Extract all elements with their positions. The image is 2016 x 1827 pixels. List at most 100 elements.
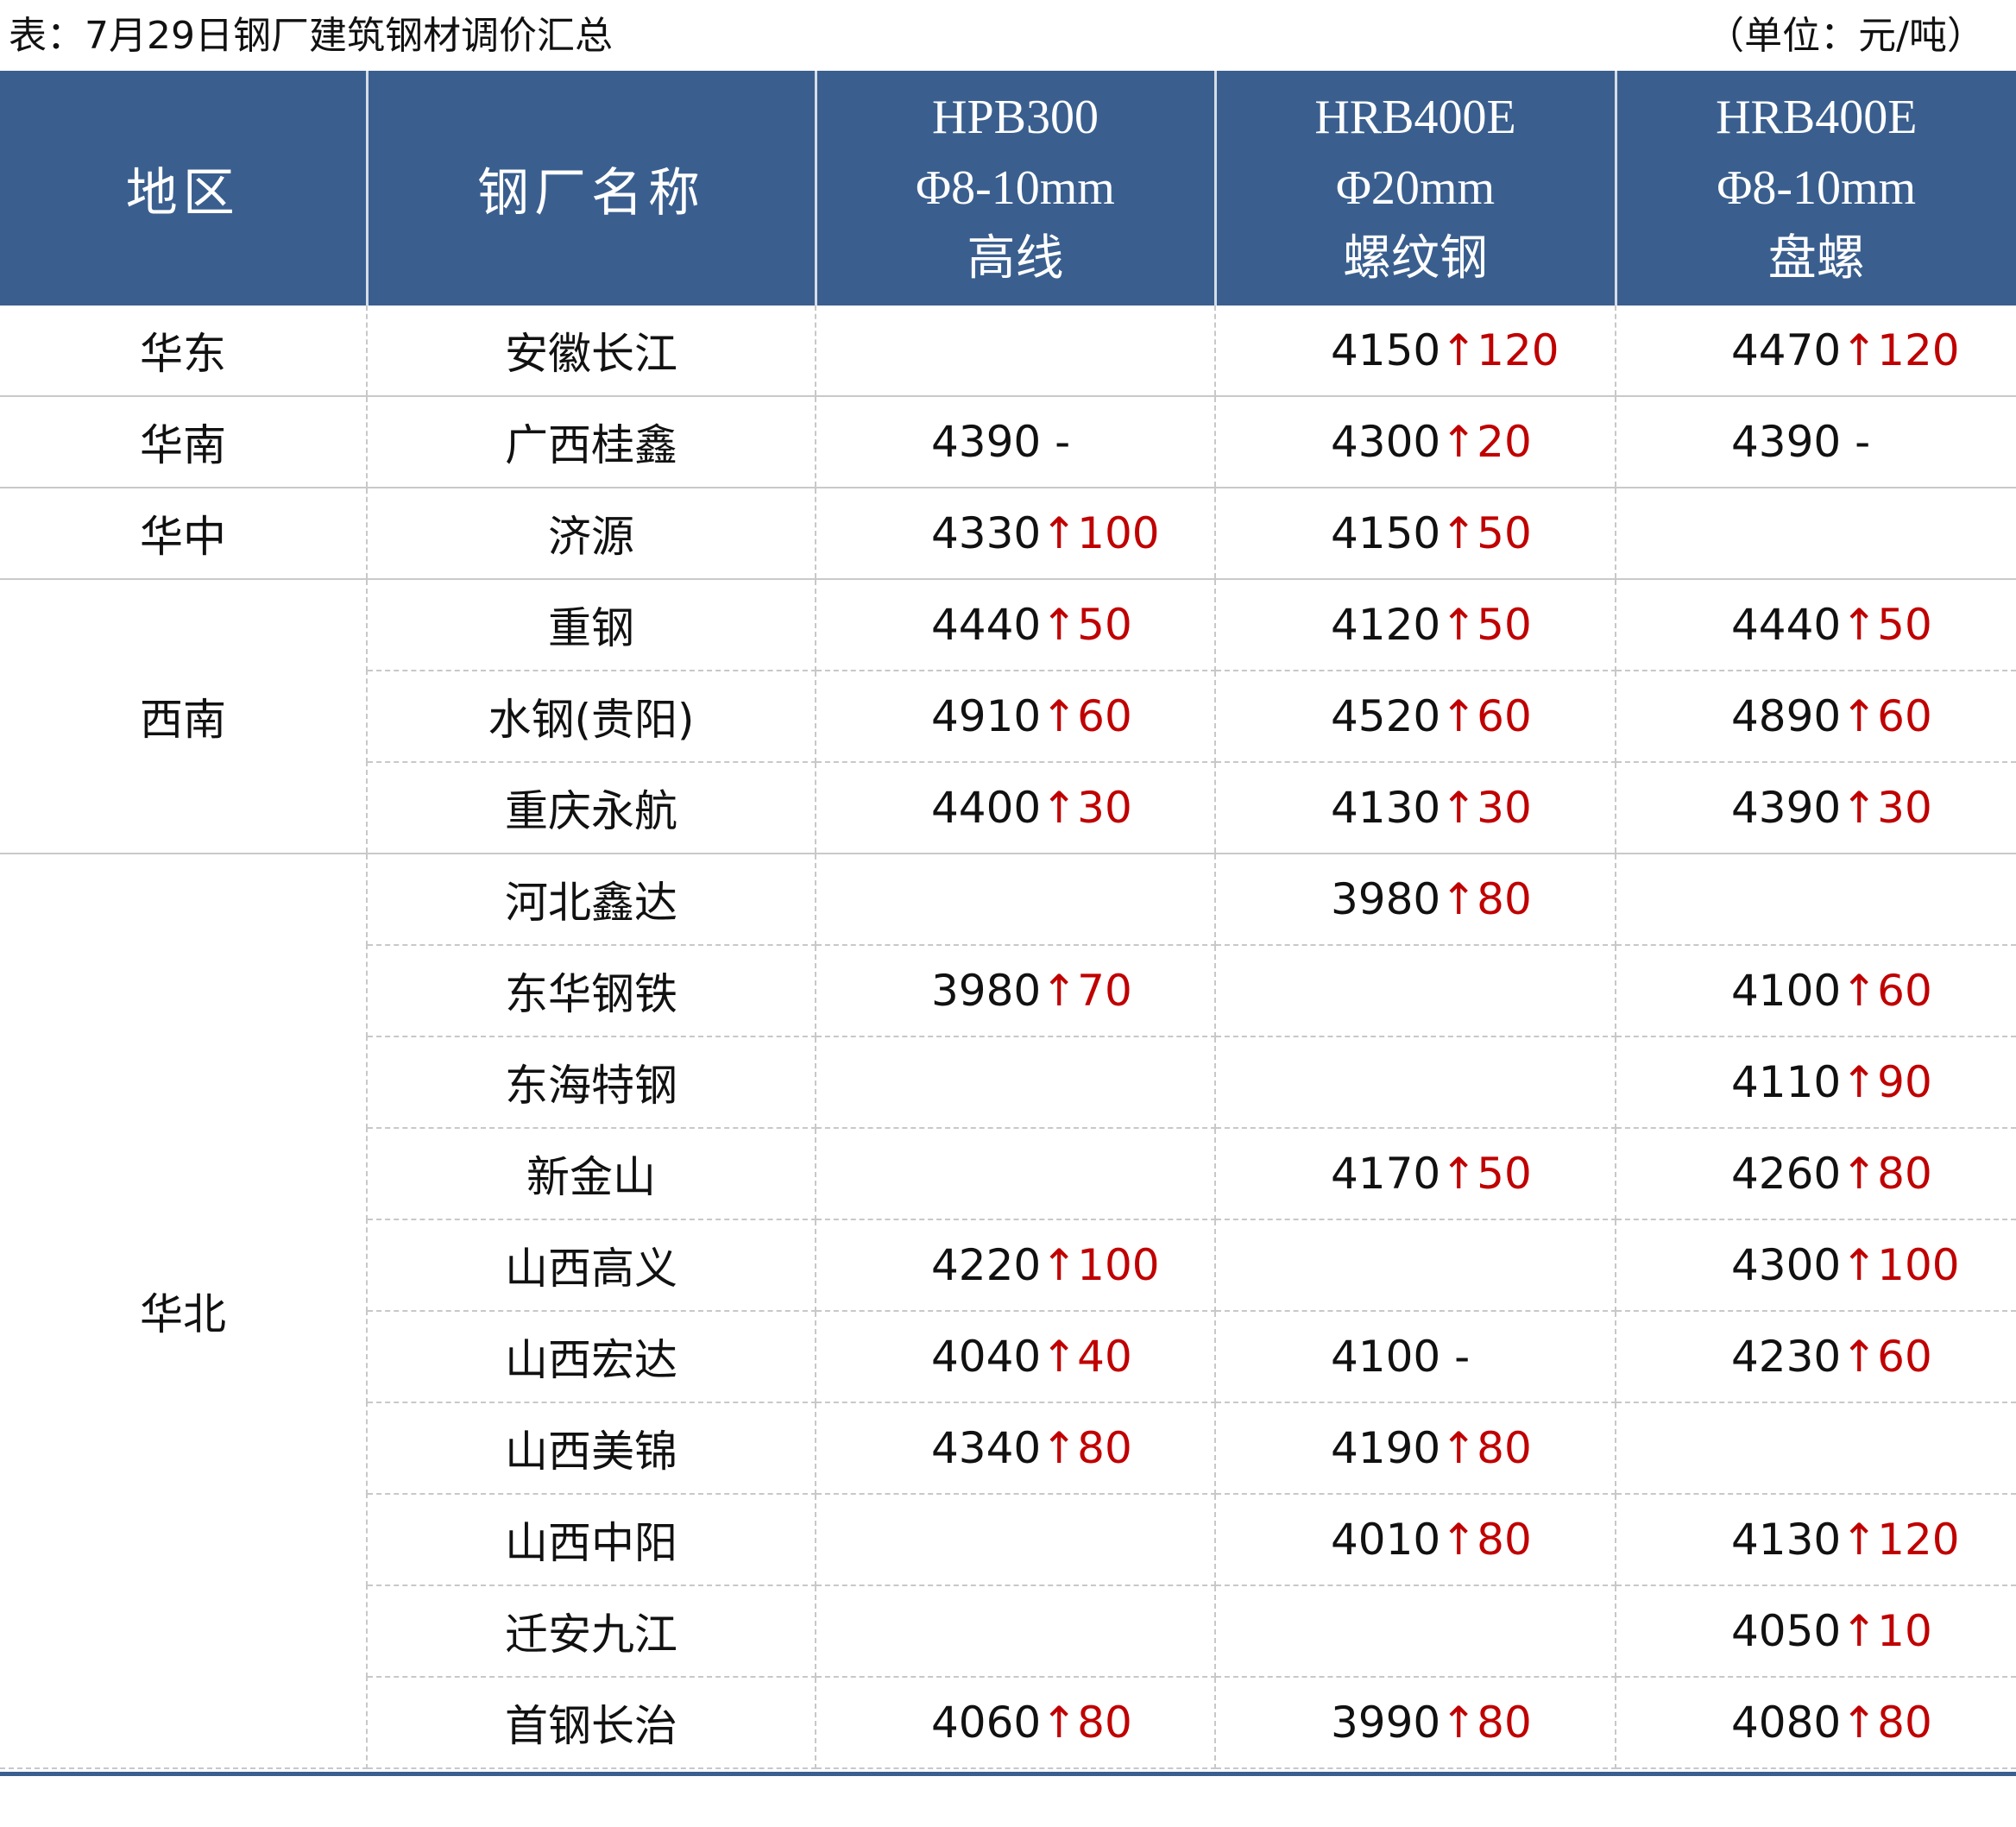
price-cell-p1 (816, 853, 1216, 946)
price-value: 4100 (1331, 1332, 1441, 1382)
price-cell-p3: 4050↑10 (1616, 1585, 2016, 1678)
price-change: 120 (1877, 1515, 1960, 1565)
up-arrow-icon: ↑ (1440, 508, 1477, 558)
up-arrow-icon: ↑ (1041, 1698, 1078, 1748)
mill-name-cell: 山西美锦 (367, 1402, 816, 1495)
price-cell-p2: 4190↑80 (1215, 1402, 1616, 1495)
mill-name-cell: 山西高义 (367, 1219, 816, 1312)
price-value: 4040 (931, 1332, 1042, 1382)
price-change: 60 (1077, 691, 1132, 741)
price-value: 4390 (931, 417, 1042, 467)
price-value: 4150 (1331, 325, 1441, 375)
no-change-mark: - (1855, 417, 1871, 467)
up-arrow-icon: ↑ (1841, 1149, 1878, 1199)
price-cell-p3: 4130↑120 (1616, 1494, 2016, 1586)
up-arrow-icon: ↑ (1440, 1149, 1477, 1199)
price-value: 4060 (931, 1698, 1042, 1748)
price-value: 4440 (1731, 600, 1842, 650)
table-header: 地区 钢厂名称 HPB300 Φ8-10mm 高线 HRB400E Φ20mm … (0, 71, 2016, 306)
price-cell-p1: 4390 - (816, 395, 1216, 488)
mill-name-cell: 广西桂鑫 (367, 395, 816, 488)
price-adjustment-table: 地区 钢厂名称 HPB300 Φ8-10mm 高线 HRB400E Φ20mm … (0, 71, 2016, 1769)
price-change: 50 (1477, 508, 1532, 558)
price-change: 30 (1077, 783, 1132, 833)
price-change: 80 (1877, 1149, 1932, 1199)
price-value: 4390 (1731, 783, 1842, 833)
price-change: 80 (1477, 1698, 1532, 1748)
price-cell-p1: 4910↑60 (816, 671, 1216, 763)
price-change: 70 (1077, 966, 1132, 1016)
price-change: 100 (1877, 1240, 1960, 1290)
price-value: 4300 (1331, 417, 1441, 467)
price-cell-p3 (1616, 487, 2016, 580)
price-value: 4170 (1331, 1149, 1441, 1199)
header-spec: Φ20mm (1335, 161, 1496, 215)
table-row: 华北 河北鑫达 3980↑80 (0, 853, 2016, 1769)
price-cell-p3: 4890↑60 (1616, 671, 2016, 763)
up-arrow-icon: ↑ (1841, 966, 1878, 1016)
price-cell-p3: 4390↑30 (1616, 762, 2016, 854)
price-cell-p2: 4300↑20 (1215, 395, 1616, 488)
price-cell-p3: 4100↑60 (1616, 945, 2016, 1037)
price-cell-p2: 4150↑50 (1215, 487, 1616, 580)
price-cell-p3: 4230↑60 (1616, 1311, 2016, 1403)
price-value: 4120 (1331, 600, 1441, 650)
mill-name-cell: 新金山 (367, 1128, 816, 1220)
up-arrow-icon: ↑ (1841, 783, 1878, 833)
up-arrow-icon: ↑ (1041, 508, 1078, 558)
header-product: 高线 (967, 230, 1064, 287)
price-cell-p3: 4300↑100 (1616, 1219, 2016, 1312)
price-cell-p2 (1215, 1036, 1616, 1129)
up-arrow-icon: ↑ (1440, 1698, 1477, 1748)
price-change: 10 (1877, 1606, 1932, 1656)
mill-name-cell: 水钢(贵阳) (367, 671, 816, 763)
price-change: 30 (1477, 783, 1532, 833)
price-cell-p2: 4150↑120 (1215, 306, 1616, 397)
price-value: 4340 (931, 1423, 1042, 1473)
price-cell-p1 (816, 1585, 1216, 1678)
title-bar: 表：7月29日钢厂建筑钢材调价汇总 （单位：元/吨） (0, 0, 2016, 71)
price-cell-p1 (816, 1036, 1216, 1129)
price-value: 3980 (1331, 874, 1441, 924)
price-value: 4470 (1731, 325, 1842, 375)
price-change: 80 (1077, 1698, 1132, 1748)
mill-name-cell: 安徽长江 (367, 306, 816, 397)
mill-name-cell: 重庆永航 (367, 762, 816, 854)
up-arrow-icon: ↑ (1041, 1332, 1078, 1382)
region-cell: 华中 (0, 487, 368, 580)
header-grade: HRB400E (1314, 91, 1516, 144)
price-value: 3980 (931, 966, 1042, 1016)
price-cell-p2: 4520↑60 (1215, 671, 1616, 763)
up-arrow-icon: ↑ (1440, 417, 1477, 467)
up-arrow-icon: ↑ (1841, 1698, 1878, 1748)
region-cell: 华北 (0, 853, 368, 1769)
mill-name-cell: 重钢 (367, 578, 816, 671)
price-change: 80 (1877, 1698, 1932, 1748)
table-row: 华中 济源 4330↑100 4150↑50 (0, 487, 2016, 580)
price-value: 4050 (1731, 1606, 1842, 1656)
price-cell-p3: 4260↑80 (1616, 1128, 2016, 1220)
price-cell-p2: 4120↑50 (1215, 578, 1616, 671)
price-change: 90 (1877, 1057, 1932, 1107)
no-change-mark: - (1454, 1332, 1471, 1382)
mill-name-cell: 济源 (367, 487, 816, 580)
price-value: 4150 (1331, 508, 1441, 558)
price-change: 30 (1877, 783, 1932, 833)
up-arrow-icon: ↑ (1841, 1057, 1878, 1107)
table-row: 华南 广西桂鑫 4390 -4300↑20 4390 - (0, 395, 2016, 488)
price-cell-p2: 4170↑50 (1215, 1128, 1616, 1220)
price-cell-p1: 4330↑100 (816, 487, 1216, 580)
price-change: 20 (1477, 417, 1532, 467)
up-arrow-icon: ↑ (1440, 691, 1477, 741)
price-value: 4390 (1731, 417, 1842, 467)
price-cell-p3: 4390 - (1616, 395, 2016, 488)
price-cell-p3: 4080↑80 (1616, 1677, 2016, 1769)
price-change: 50 (1877, 600, 1932, 650)
price-cell-p2 (1215, 1219, 1616, 1312)
price-cell-p3: 4110↑90 (1616, 1036, 2016, 1129)
price-cell-p1 (816, 306, 1216, 397)
header-grade: HRB400E (1716, 91, 1918, 144)
price-cell-p1: 4340↑80 (816, 1402, 1216, 1495)
up-arrow-icon: ↑ (1841, 1606, 1878, 1656)
price-cell-p2: 3980↑80 (1215, 853, 1616, 946)
